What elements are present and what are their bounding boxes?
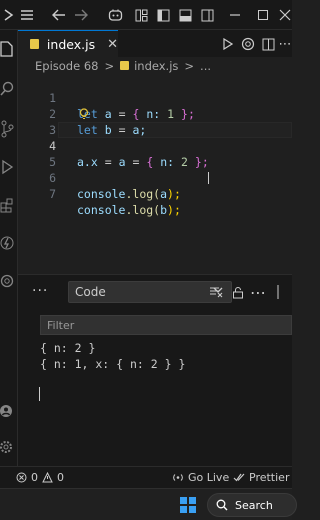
lightbulb-icon[interactable] — [79, 108, 89, 120]
copilot-icon[interactable] — [106, 6, 124, 24]
go-live-label: Go Live — [188, 471, 230, 484]
go-live-button[interactable]: Go Live — [172, 471, 229, 484]
error-count: 0 — [31, 471, 38, 484]
clear-output-icon[interactable] — [208, 284, 224, 300]
warning-count: 0 — [57, 471, 64, 484]
code-line: 2 let b = a; — [18, 90, 292, 137]
output-channel-value: Code — [75, 285, 106, 299]
breadcrumb-separator: > — [104, 58, 115, 73]
mouse-ibeam-cursor — [208, 172, 210, 184]
broadcast-icon — [173, 474, 183, 481]
code-line: 7 console.log(b); — [18, 170, 292, 217]
code-editor[interactable]: 1 let a = { n: 1 }; 2 let b = a; 3 4 a.x… — [18, 74, 292, 274]
prettier-label: Prettier — [249, 471, 290, 484]
breadcrumb-file[interactable]: index.js — [134, 59, 178, 73]
code-text: console.log(b); — [77, 203, 181, 217]
activity-bar — [0, 30, 18, 466]
breadcrumb-symbols[interactable]: ... — [200, 59, 211, 73]
taskbar-search-label: Search — [235, 498, 273, 512]
output-panel: ··· Code ⋯ Filter { n: 2 } { n: 1, x: { … — [18, 274, 292, 466]
toggle-panel-icon[interactable] — [176, 6, 194, 24]
maximize-icon[interactable] — [254, 6, 272, 24]
output-line: { n: 2 } — [40, 341, 96, 355]
close-tab-icon[interactable]: ✕ — [107, 37, 118, 52]
accounts-icon[interactable] — [0, 6, 18, 24]
output-line: { n: 1, x: { n: 2 } } — [40, 357, 186, 371]
panel-header: ··· Code ⋯ — [18, 275, 292, 308]
chatgpt-icon[interactable] — [240, 35, 256, 53]
settings-gear-icon[interactable] — [0, 436, 17, 458]
panel-more-actions-icon[interactable]: ⋯ — [250, 283, 266, 302]
run-file-icon[interactable] — [220, 35, 236, 53]
code-line: 6 console.log(a); — [18, 154, 292, 201]
toggle-sidebar-icon[interactable] — [154, 6, 172, 24]
breadcrumb-separator: > — [184, 58, 195, 73]
account-icon[interactable] — [0, 400, 17, 422]
tab-index-js[interactable]: index.js ✕ — [18, 30, 118, 57]
lightning-icon[interactable] — [0, 232, 17, 254]
source-control-icon[interactable] — [0, 118, 17, 140]
menu-icon[interactable] — [18, 6, 36, 24]
search-icon[interactable] — [0, 78, 17, 100]
split-editor-icon[interactable] — [260, 35, 276, 53]
warning-icon — [42, 472, 53, 483]
panel-more-icon[interactable]: ··· — [32, 283, 48, 299]
lock-scroll-icon[interactable] — [230, 284, 246, 300]
more-actions-icon[interactable]: ⋯ — [278, 35, 292, 53]
editor-tab-bar: index.js ✕ ⋯ — [18, 30, 292, 57]
title-bar — [0, 0, 292, 30]
double-check-icon — [233, 473, 245, 482]
extensions-icon[interactable] — [0, 194, 17, 216]
back-arrow-icon[interactable] — [50, 6, 68, 24]
error-icon — [16, 472, 27, 483]
forward-arrow-icon[interactable] — [72, 6, 90, 24]
close-window-icon[interactable] — [276, 6, 294, 24]
problems-indicator[interactable]: 0 0 — [16, 471, 64, 484]
code-text: console.log(a); — [77, 187, 181, 201]
toggle-secondary-sidebar-icon[interactable] — [198, 6, 216, 24]
filter-input[interactable]: Filter — [40, 315, 292, 335]
text-cursor — [39, 387, 40, 401]
code-line-active: 4 a.x = a = { n: 2 }; — [18, 122, 292, 169]
run-debug-icon[interactable] — [0, 156, 17, 178]
javascript-file-icon — [120, 61, 130, 70]
code-line: 5 — [18, 138, 292, 169]
line-number: 7 — [49, 187, 56, 201]
breadcrumb-folder[interactable]: Episode 68 — [35, 59, 98, 73]
minimize-icon[interactable] — [226, 6, 244, 24]
panel-divider-icon — [270, 284, 286, 300]
breadcrumb: Episode 68 > index.js > ... — [18, 57, 292, 74]
filter-placeholder: Filter — [47, 318, 75, 332]
code-line: 1 let a = { n: 1 }; — [18, 74, 292, 121]
code-line: 3 — [18, 106, 292, 137]
openai-icon[interactable] — [0, 270, 17, 292]
tab-label: index.js — [46, 36, 96, 52]
layout-grid-icon[interactable] — [132, 6, 150, 24]
explorer-icon[interactable] — [0, 38, 17, 60]
search-icon — [216, 499, 228, 511]
windows-start-icon[interactable] — [180, 497, 196, 513]
prettier-button[interactable]: Prettier — [233, 471, 289, 484]
status-bar: 0 0 Go Live Prettier — [0, 466, 292, 488]
windows-taskbar: Search — [0, 488, 297, 520]
taskbar-search[interactable]: Search — [207, 493, 297, 517]
javascript-file-icon — [30, 39, 39, 49]
